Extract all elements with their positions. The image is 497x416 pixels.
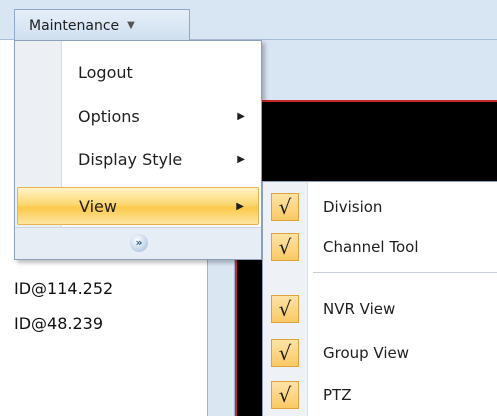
submenu-item-label: Group View bbox=[323, 344, 410, 362]
menu-item-options[interactable]: Options ▶ bbox=[17, 97, 259, 135]
expand-menu-icon[interactable]: » bbox=[130, 234, 148, 252]
submenu-item-channel-tool[interactable]: √ Channel Tool bbox=[263, 229, 497, 265]
submenu-item-division[interactable]: √ Division bbox=[263, 189, 497, 225]
list-item[interactable]: ID@48.239 bbox=[14, 314, 103, 333]
submenu-arrow-icon: ▶ bbox=[237, 110, 245, 122]
checkmark-icon: √ bbox=[271, 295, 299, 323]
submenu-item-label: NVR View bbox=[323, 300, 396, 318]
submenu-arrow-icon: ▶ bbox=[236, 200, 244, 212]
submenu-item-label: Division bbox=[323, 198, 383, 216]
checkmark-icon: √ bbox=[271, 381, 299, 409]
menu-item-label: Options bbox=[78, 106, 140, 126]
menu-item-label: Logout bbox=[78, 62, 133, 82]
chevron-down-icon: ▼ bbox=[127, 20, 135, 31]
menu-item-view[interactable]: View ▶ bbox=[17, 187, 259, 225]
maintenance-menu-label: Maintenance bbox=[29, 17, 120, 34]
menu-item-logout[interactable]: Logout bbox=[17, 53, 259, 91]
menu-separator bbox=[313, 272, 497, 273]
menu-item-label: Display Style bbox=[78, 149, 183, 169]
maintenance-dropdown: Logout Options ▶ Display Style ▶ View ▶ … bbox=[14, 40, 262, 260]
submenu-arrow-icon: ▶ bbox=[237, 153, 245, 165]
submenu-item-nvr-view[interactable]: √ NVR View bbox=[263, 291, 497, 327]
menu-footer: » bbox=[15, 227, 261, 259]
checkmark-icon: √ bbox=[271, 193, 299, 221]
submenu-item-label: PTZ bbox=[323, 386, 352, 404]
submenu-item-label: Channel Tool bbox=[323, 238, 419, 256]
checkmark-icon: √ bbox=[271, 339, 299, 367]
menu-item-display-style[interactable]: Display Style ▶ bbox=[17, 140, 259, 178]
menu-item-label: View bbox=[79, 196, 117, 216]
view-header-panel bbox=[235, 40, 497, 100]
view-submenu: √ Division √ Channel Tool √ NVR View √ G… bbox=[262, 181, 497, 416]
maintenance-menu-button[interactable]: Maintenance ▼ bbox=[14, 9, 190, 41]
submenu-item-group-view[interactable]: √ Group View bbox=[263, 335, 497, 371]
list-item[interactable]: ID@114.252 bbox=[14, 279, 113, 298]
checkmark-icon: √ bbox=[271, 233, 299, 261]
submenu-item-ptz[interactable]: √ PTZ bbox=[263, 377, 497, 413]
